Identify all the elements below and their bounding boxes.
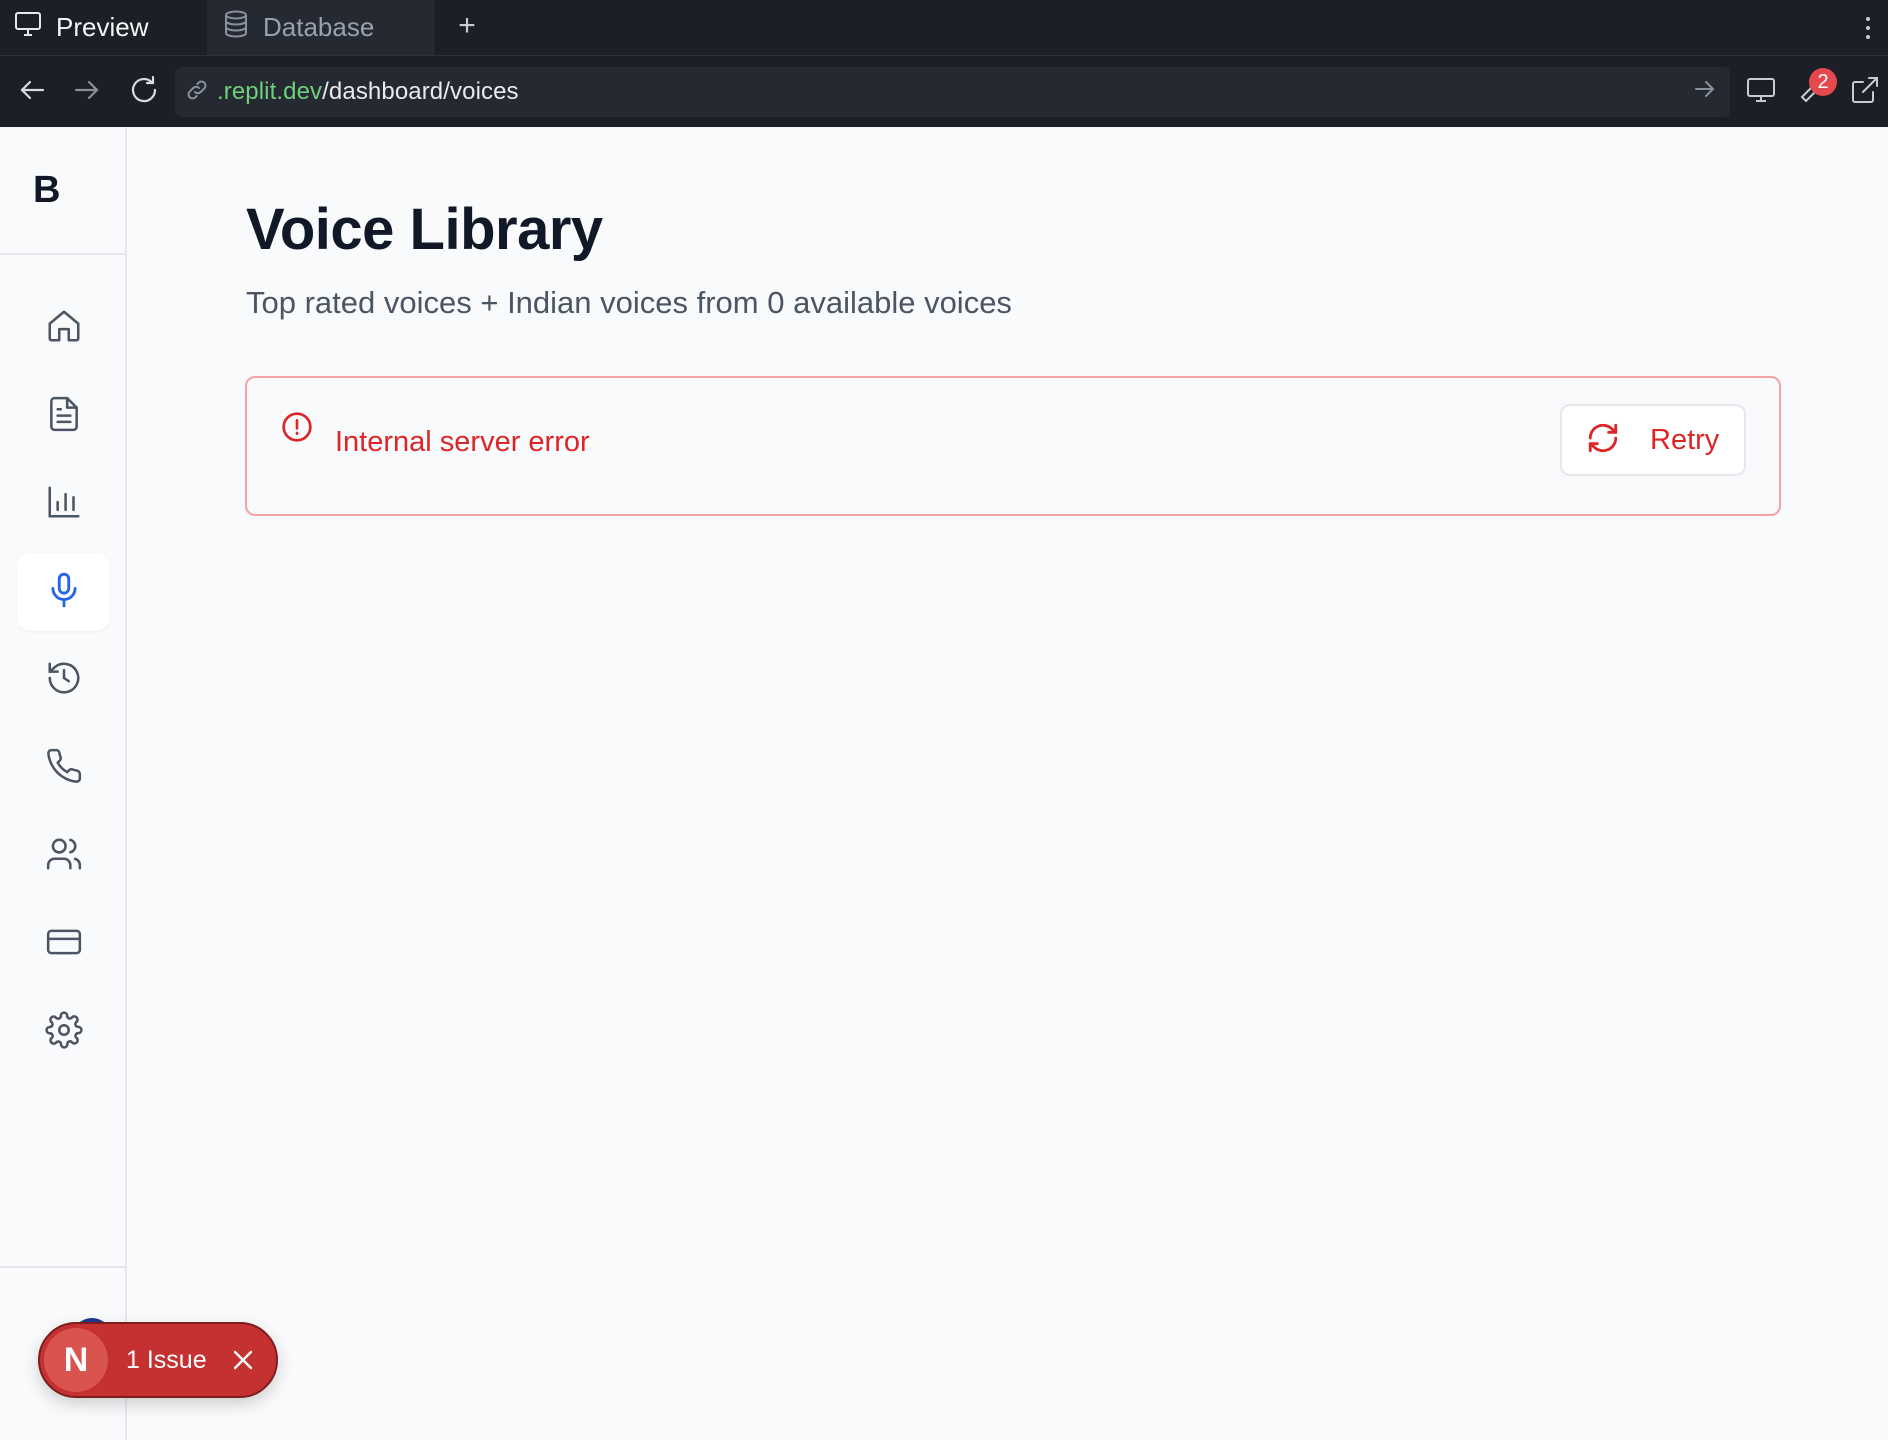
forward-arrow-icon[interactable]: [69, 72, 105, 108]
sidebar: B: [0, 128, 127, 1440]
sidebar-item-home[interactable]: [17, 289, 110, 367]
close-icon[interactable]: [229, 1346, 257, 1374]
sidebar-item-calls[interactable]: [17, 729, 110, 807]
back-arrow-icon[interactable]: [14, 72, 50, 108]
credit-card-icon: [45, 923, 83, 966]
sidebar-item-history[interactable]: [17, 641, 110, 719]
sidebar-item-documents[interactable]: [17, 377, 110, 455]
more-options-icon[interactable]: [1858, 8, 1878, 48]
phone-icon: [45, 747, 83, 790]
refresh-icon: [1586, 421, 1620, 460]
browser-tab-bar: Preview Database +: [0, 0, 1888, 55]
sidebar-item-voices[interactable]: [17, 553, 110, 631]
sidebar-divider: [0, 1266, 125, 1268]
monitor-icon: [14, 11, 42, 44]
error-alert: Internal server error Retry: [245, 376, 1781, 516]
sidebar-item-billing[interactable]: [17, 905, 110, 983]
nextjs-logo-icon: N: [44, 1328, 108, 1392]
microphone-icon: [45, 571, 83, 614]
retry-button[interactable]: Retry: [1560, 404, 1746, 476]
open-external-icon[interactable]: [1847, 72, 1883, 108]
browser-nav-bar: .replit.dev/dashboard/voices 2: [0, 55, 1888, 127]
retry-label: Retry: [1650, 423, 1720, 456]
sidebar-item-users[interactable]: [17, 817, 110, 895]
url-host: .replit.dev: [217, 78, 323, 105]
tab-database[interactable]: Database: [207, 0, 434, 55]
url-text: .replit.dev/dashboard/voices: [217, 78, 519, 106]
issues-indicator[interactable]: N 1 Issue: [38, 1322, 278, 1398]
main-content: Voice Library Top rated voices + Indian …: [127, 128, 1888, 1440]
new-tab-button[interactable]: +: [450, 6, 484, 46]
go-arrow-icon[interactable]: [1694, 79, 1716, 104]
page-subtitle: Top rated voices + Indian voices from 0 …: [246, 285, 1012, 320]
gear-icon: [44, 1010, 83, 1054]
tab-preview[interactable]: Preview: [0, 0, 207, 55]
bar-chart-icon: [45, 483, 83, 526]
tab-preview-label: Preview: [56, 12, 149, 42]
tab-database-label: Database: [263, 12, 375, 42]
app-logo[interactable]: B: [0, 128, 125, 255]
error-message: Internal server error: [335, 426, 590, 458]
database-icon: [223, 10, 249, 45]
url-path: /dashboard/voices: [322, 78, 519, 105]
sidebar-item-analytics[interactable]: [17, 465, 110, 543]
sidebar-item-settings[interactable]: [17, 993, 110, 1071]
devtools-badge: 2: [1809, 68, 1837, 96]
issues-count-label[interactable]: 1 Issue: [126, 1346, 207, 1375]
reload-icon[interactable]: [126, 72, 162, 108]
devices-icon[interactable]: [1743, 72, 1779, 108]
users-icon: [45, 835, 83, 878]
devtools-wrench-icon[interactable]: 2: [1795, 68, 1837, 108]
address-bar[interactable]: .replit.dev/dashboard/voices: [175, 67, 1730, 117]
document-icon: [45, 395, 83, 438]
link-icon: [185, 78, 209, 107]
history-icon: [45, 659, 83, 702]
home-icon: [45, 307, 83, 350]
page-title: Voice Library: [246, 197, 603, 262]
alert-circle-icon: [281, 411, 313, 448]
